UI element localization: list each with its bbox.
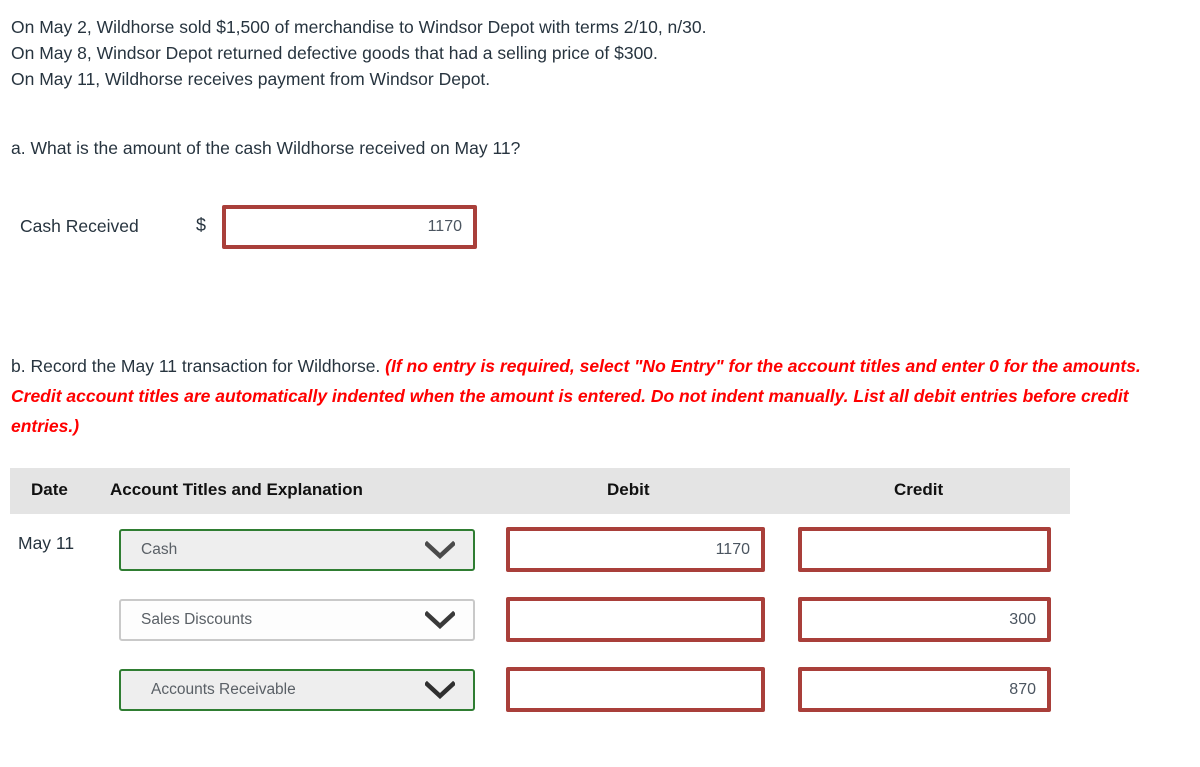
journal-table-header: Date Account Titles and Explanation Debi…	[10, 468, 1070, 514]
transaction-line-2: On May 8, Windsor Depot returned defecti…	[11, 43, 658, 63]
question-a-text: a. What is the amount of the cash Wildho…	[11, 138, 521, 158]
credit-input[interactable]: 300	[798, 597, 1051, 642]
table-row: Sales Discounts 300	[0, 584, 1100, 654]
account-title-select[interactable]: Accounts Receivable	[119, 669, 475, 711]
debit-input[interactable]	[506, 667, 765, 712]
question-b-text: b. Record the May 11 transaction for Wil…	[11, 351, 1191, 441]
credit-input[interactable]	[798, 527, 1051, 572]
row-date: May 11	[18, 533, 75, 553]
column-header-credit: Credit	[894, 480, 944, 499]
dollar-sign-icon: $	[196, 215, 207, 235]
chevron-down-icon	[425, 681, 455, 699]
credit-input[interactable]: 870	[798, 667, 1051, 712]
account-title-value: Cash	[141, 541, 178, 558]
account-title-select[interactable]: Cash	[119, 529, 475, 571]
account-title-value: Sales Discounts	[141, 611, 253, 628]
transaction-line-3: On May 11, Wildhorse receives payment fr…	[11, 69, 491, 89]
cash-received-row: Cash Received $ 1170	[0, 205, 500, 251]
table-row: Accounts Receivable 870	[0, 654, 1100, 724]
question-b-prompt: b. Record the May 11 transaction for Wil…	[11, 356, 381, 376]
column-header-account: Account Titles and Explanation	[110, 480, 363, 499]
debit-input[interactable]: 1170	[506, 527, 765, 572]
transaction-description: On May 2, Wildhorse sold $1,500 of merch…	[11, 14, 1181, 92]
chevron-down-icon	[425, 541, 455, 559]
column-header-debit: Debit	[607, 480, 650, 499]
transaction-line-1: On May 2, Wildhorse sold $1,500 of merch…	[11, 17, 707, 37]
account-title-select[interactable]: Sales Discounts	[119, 599, 475, 641]
account-title-value: Accounts Receivable	[151, 681, 296, 698]
debit-input[interactable]	[506, 597, 765, 642]
journal-table-body: May 11 Cash 1170 Sales Discounts 300 Acc…	[0, 514, 1100, 724]
column-header-date: Date	[31, 480, 68, 499]
table-row: May 11 Cash 1170	[0, 514, 1100, 584]
cash-received-label: Cash Received	[20, 216, 139, 236]
cash-received-input[interactable]: 1170	[222, 205, 477, 249]
chevron-down-icon	[425, 611, 455, 629]
